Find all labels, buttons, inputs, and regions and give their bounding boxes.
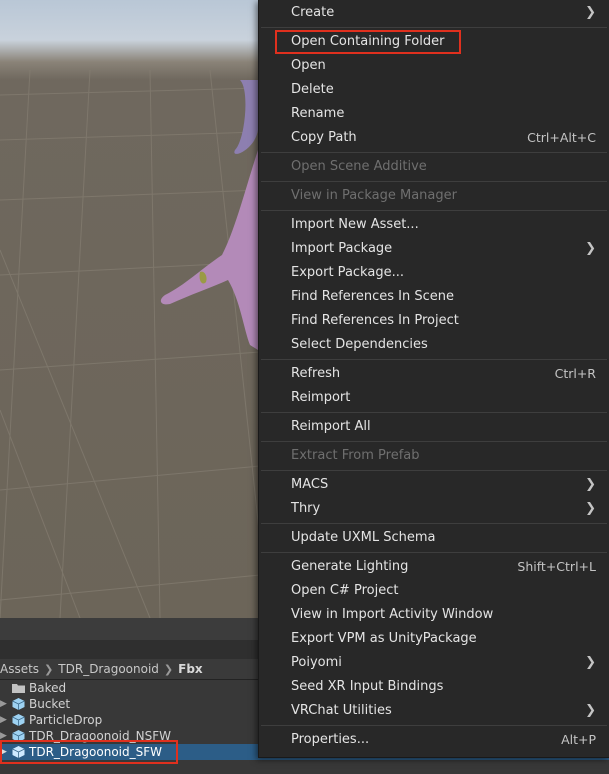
menu-separator (261, 523, 607, 524)
menu-separator (261, 552, 607, 553)
chevron-right-icon: ❯ (585, 241, 596, 256)
menu-item-refresh[interactable]: Refresh Ctrl+R (259, 362, 609, 386)
context-menu: Create ❯ Open Containing Folder Open Dele… (258, 0, 609, 758)
menu-item-thry[interactable]: Thry ❯ (259, 497, 609, 521)
chevron-right-icon: ❯ (585, 501, 596, 516)
highlight-box-selected-file (0, 740, 178, 764)
file-name: Bucket (29, 697, 71, 711)
menu-separator (261, 470, 607, 471)
chevron-right-icon: ❯ (585, 655, 596, 670)
menu-item-select-dependencies[interactable]: Select Dependencies (259, 333, 609, 357)
chevron-right-icon: ❯ (585, 5, 596, 20)
scene-grid (0, 69, 261, 618)
menu-item-properties[interactable]: Properties... Alt+P (259, 728, 609, 752)
breadcrumb-assets[interactable]: Assets (0, 659, 39, 679)
menu-item-poiyomi[interactable]: Poiyomi ❯ (259, 651, 609, 675)
menu-item-delete[interactable]: Delete (259, 78, 609, 102)
menu-item-import-new-asset[interactable]: Import New Asset... (259, 213, 609, 237)
menu-item-export-vpm-as-unitypackage[interactable]: Export VPM as UnityPackage (259, 627, 609, 651)
expand-arrow-icon[interactable]: ▶ (0, 696, 8, 712)
breadcrumb-tdr-dragoonoid[interactable]: TDR_Dragoonoid (58, 659, 159, 679)
menu-separator (261, 725, 607, 726)
menu-item-vrchat-utilities[interactable]: VRChat Utilities ❯ (259, 699, 609, 723)
file-name: ParticleDrop (29, 713, 103, 727)
menu-separator (261, 441, 607, 442)
menu-item-export-package[interactable]: Export Package... (259, 261, 609, 285)
menu-item-reimport-all[interactable]: Reimport All (259, 415, 609, 439)
menu-item-create[interactable]: Create ❯ (259, 1, 609, 25)
chevron-right-icon: ❯ (585, 477, 596, 492)
menu-item-open[interactable]: Open (259, 54, 609, 78)
menu-separator (261, 152, 607, 153)
menu-item-view-in-import-activity-window[interactable]: View in Import Activity Window (259, 603, 609, 627)
menu-item-extract-from-prefab: Extract From Prefab (291, 448, 420, 463)
chevron-right-icon: ❯ (44, 663, 54, 676)
expand-arrow-icon[interactable]: ▶ (0, 712, 8, 728)
menu-item-find-references-in-project[interactable]: Find References In Project (259, 309, 609, 333)
menu-item-macs[interactable]: MACS ❯ (259, 473, 609, 497)
folder-icon (12, 684, 25, 693)
file-name: Baked (29, 681, 67, 695)
menu-separator (261, 359, 607, 360)
menu-separator (261, 181, 607, 182)
highlight-box-open-containing-folder (275, 30, 461, 54)
menu-item-update-uxml-schema[interactable]: Update UXML Schema (259, 526, 609, 550)
menu-item-generate-lighting[interactable]: Generate Lighting Shift+Ctrl+L (259, 555, 609, 579)
character-model (160, 80, 258, 350)
menu-item-view-in-package-manager: View in Package Manager (291, 188, 457, 203)
chevron-right-icon: ❯ (163, 663, 174, 676)
menu-item-copy-path[interactable]: Copy Path Ctrl+Alt+C (259, 126, 609, 150)
menu-separator (261, 27, 607, 28)
menu-item-rename[interactable]: Rename (259, 102, 609, 126)
menu-separator (261, 412, 607, 413)
menu-item-import-package[interactable]: Import Package ❯ (259, 237, 609, 261)
menu-item-seed-xr-input-bindings[interactable]: Seed XR Input Bindings (259, 675, 609, 699)
model-icon (12, 714, 25, 726)
menu-item-open-csharp-project[interactable]: Open C# Project (259, 579, 609, 603)
menu-item-find-references-in-scene[interactable]: Find References In Scene (259, 285, 609, 309)
menu-item-open-scene-additive: Open Scene Additive (291, 159, 427, 174)
model-icon (12, 698, 25, 710)
chevron-right-icon: ❯ (585, 703, 596, 718)
menu-item-reimport[interactable]: Reimport (259, 386, 609, 410)
breadcrumb-fbx[interactable]: Fbx (178, 659, 203, 679)
menu-separator (261, 210, 607, 211)
